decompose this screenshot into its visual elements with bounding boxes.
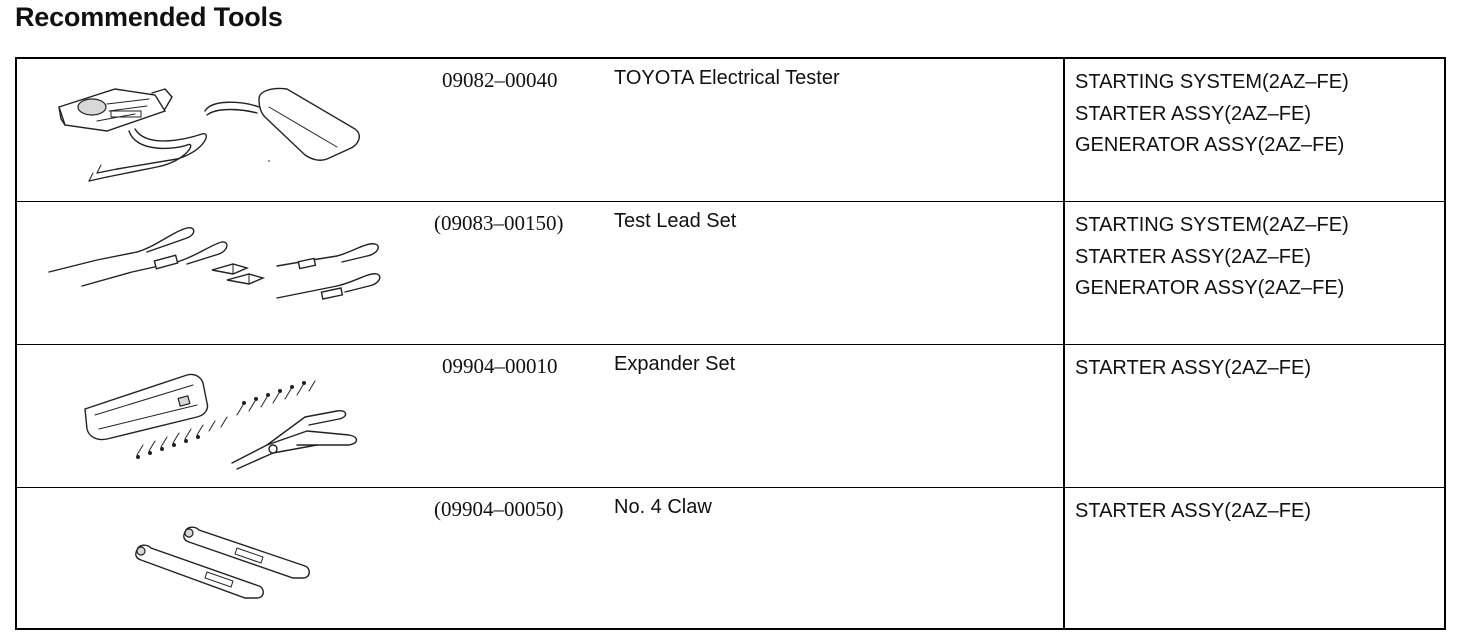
usage-item: STARTER ASSY(2AZ–FE) bbox=[1075, 500, 1311, 522]
electrical-tester-illustration bbox=[37, 59, 367, 199]
page-title: Recommended Tools bbox=[15, 2, 283, 32]
tool-row: 09082–00040 TOYOTA Electrical Tester STA… bbox=[17, 59, 1444, 202]
part-number: 09082–00040 bbox=[442, 68, 558, 92]
tool-name: Test Lead Set bbox=[614, 210, 737, 232]
part-number: (09083–00150) bbox=[434, 211, 564, 235]
usage-list: STARTER ASSY(2AZ–FE) bbox=[1075, 496, 1311, 528]
usage-list: STARTING SYSTEM(2AZ–FE) STARTER ASSY(2AZ… bbox=[1075, 67, 1349, 162]
usage-item: STARTER ASSY(2AZ–FE) bbox=[1075, 102, 1311, 125]
usage-item: STARTING SYSTEM(2AZ–FE) bbox=[1075, 214, 1349, 236]
usage-item: GENERATOR ASSY(2AZ–FE) bbox=[1075, 277, 1345, 299]
tool-row: (09904–00050) No. 4 Claw STARTER ASSY(2A… bbox=[17, 488, 1444, 630]
tool-row: 09904–00010 Expander Set STARTER ASSY(2A… bbox=[17, 345, 1444, 488]
tools-table: 09082–00040 TOYOTA Electrical Tester STA… bbox=[15, 57, 1446, 630]
usage-list: STARTER ASSY(2AZ–FE) bbox=[1075, 353, 1311, 385]
usage-list: STARTING SYSTEM(2AZ–FE) STARTER ASSY(2AZ… bbox=[1075, 210, 1349, 305]
part-number: 09904–00010 bbox=[442, 354, 558, 378]
test-lead-set-illustration bbox=[37, 202, 387, 342]
tool-name: No. 4 Claw bbox=[614, 496, 712, 518]
tool-row: (09083–00150) Test Lead Set STARTING SYS… bbox=[17, 202, 1444, 345]
tool-name: Expander Set bbox=[614, 353, 736, 375]
expander-set-illustration bbox=[37, 345, 387, 485]
usage-item: GENERATOR ASSY(2AZ–FE) bbox=[1075, 134, 1345, 156]
tool-name: TOYOTA Electrical Tester bbox=[614, 67, 840, 89]
usage-item: STARTER ASSY(2AZ–FE) bbox=[1075, 245, 1311, 268]
usage-item: STARTING SYSTEM(2AZ–FE) bbox=[1075, 71, 1349, 93]
part-number: (09904–00050) bbox=[434, 497, 564, 521]
claw-illustration bbox=[37, 488, 357, 623]
usage-item: STARTER ASSY(2AZ–FE) bbox=[1075, 357, 1311, 379]
